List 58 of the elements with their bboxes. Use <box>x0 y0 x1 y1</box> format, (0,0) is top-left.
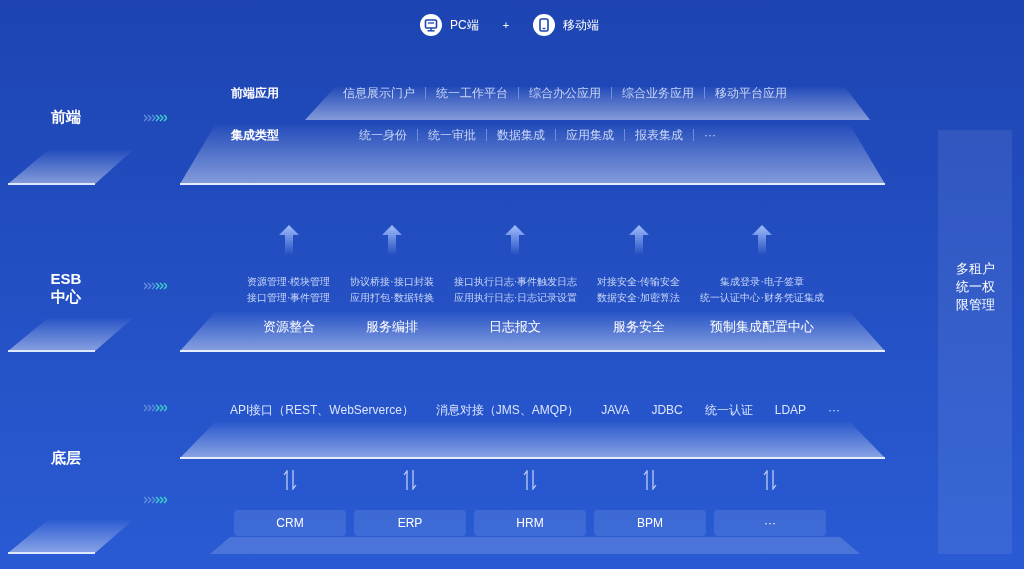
integration-item: 信息展示门户 <box>342 87 416 99</box>
protocol-item: ··· <box>828 402 841 419</box>
module-detail: 接口管理·事件管理 <box>247 291 331 305</box>
integration-item: 综合办公应用 <box>518 87 611 99</box>
module-detail: 资源管理·模块管理 <box>247 275 331 289</box>
phone-icon <box>533 14 556 36</box>
layer-label: 底层 <box>51 449 81 467</box>
integration-item: 移动平台应用 <box>704 87 797 99</box>
system-box: ··· <box>714 510 826 536</box>
protocol-item: API接口（REST、WebServerce） <box>230 402 414 419</box>
system-box: BPM <box>594 510 706 536</box>
protocol-item: JAVA <box>601 402 630 419</box>
system-box: CRM <box>234 510 346 536</box>
module-detail: 协议桥接·接口封装 <box>350 275 434 289</box>
up-arrow-icon <box>278 225 299 255</box>
module-name: 资源整合 <box>262 318 315 336</box>
module-detail: 数据安全·加密算法 <box>597 291 681 305</box>
client-label: PC端 <box>450 17 479 34</box>
system-box: ERP <box>354 510 466 536</box>
client-label: 移动端 <box>563 17 600 34</box>
module-name: 服务安全 <box>612 318 665 336</box>
integration-item: 报表集成 <box>624 129 693 141</box>
up-arrow-icon <box>628 225 649 255</box>
chevrons-icon <box>144 114 167 122</box>
module-detail: 对接安全·传输安全 <box>597 275 681 289</box>
integration-item: 数据集成 <box>486 129 555 141</box>
integration-item: 综合业务应用 <box>611 87 704 99</box>
integration-item: 统一身份 <box>358 129 408 141</box>
layer-label: 前端 <box>51 108 81 126</box>
protocol-item: JDBC <box>651 402 683 419</box>
chevrons-icon <box>144 282 167 290</box>
module-detail: 统一认证中心·财务凭证集成 <box>700 291 824 305</box>
plus-sign: + <box>501 17 511 33</box>
module-name: 服务编排 <box>366 318 418 336</box>
module-name: 日志报文 <box>489 318 542 336</box>
chevrons-icon <box>144 404 167 412</box>
module-name: 预制集成配置中心 <box>710 318 815 336</box>
up-arrow-icon <box>505 225 526 255</box>
protocol-item: 消息对接（JMS、AMQP） <box>435 402 580 419</box>
module-detail: 应用打包·数据转换 <box>350 291 434 305</box>
monitor-icon <box>420 14 442 36</box>
layer-label: ESB 中心 <box>50 270 82 306</box>
module-detail: 集成登录·电子签章 <box>720 275 804 289</box>
system-box: HRM <box>474 510 586 536</box>
module-detail: 应用执行日志·日志记录设置 <box>453 291 578 305</box>
row-title: 集成类型 <box>231 127 279 144</box>
integration-item: ··· <box>693 129 726 141</box>
side-panel-label: 多租户 统一权 限管理 <box>955 260 995 314</box>
chevrons-icon <box>144 496 167 504</box>
row-title: 前端应用 <box>231 85 279 102</box>
up-arrow-icon <box>382 225 402 255</box>
integration-item: 统一审批 <box>417 129 486 141</box>
up-arrow-icon <box>752 225 773 255</box>
protocol-item: 统一认证 <box>704 402 753 419</box>
protocol-item: LDAP <box>774 402 807 419</box>
integration-item: 应用集成 <box>555 129 624 141</box>
module-detail: 接口执行日志·事件触发日志 <box>453 275 578 289</box>
integration-item: 统一工作平台 <box>425 87 518 99</box>
